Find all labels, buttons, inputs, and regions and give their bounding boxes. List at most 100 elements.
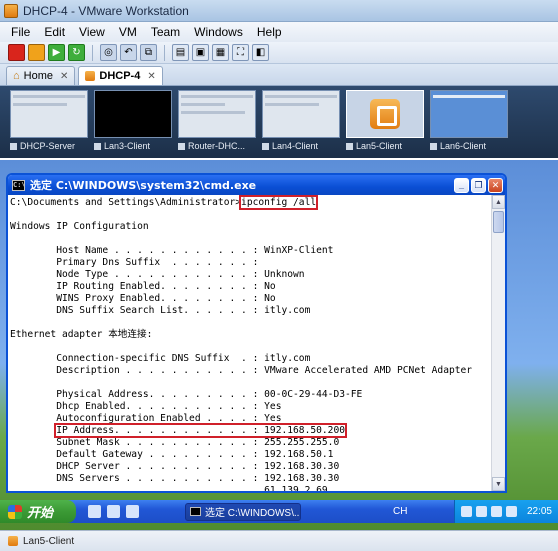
menu-help[interactable]: Help (250, 25, 289, 39)
scroll-up-icon[interactable]: ▲ (492, 195, 505, 209)
network-icon[interactable] (491, 506, 502, 517)
thumbnail-label: DHCP-Server (20, 141, 76, 151)
vm-icon (8, 536, 18, 546)
prompt-line: C:\Documents and Settings\Administrator>… (10, 195, 491, 210)
output-line: Physical Address. . . . . . . . . : 00-0… (10, 389, 363, 400)
ip-address-line: IP Address. . . . . . . . . . . . : 192.… (10, 423, 491, 438)
thumbnail-dhcp-server[interactable]: DHCP-Server (10, 90, 88, 154)
power-off-icon[interactable] (8, 44, 25, 61)
menu-file[interactable]: File (4, 25, 37, 39)
suspend-icon[interactable] (28, 44, 45, 61)
outlook-icon[interactable] (107, 505, 120, 518)
output-line: Description . . . . . . . . . . . : VMwa… (10, 365, 473, 376)
quick-launch (88, 505, 139, 518)
close-button[interactable]: ✕ (488, 177, 503, 193)
thumbnail-lan6-client[interactable]: Lan6-Client (430, 90, 508, 154)
scroll-down-icon[interactable]: ▼ (492, 477, 505, 491)
start-button[interactable]: 开始 (0, 500, 76, 523)
cmd-icon (190, 507, 201, 516)
tab-home[interactable]: ⌂ Home ✕ (6, 66, 76, 85)
tab-bar: ⌂ Home ✕ DHCP-4 ✕ (0, 64, 558, 86)
ip-address-highlight: IP Address. . . . . . . . . . . . : 192.… (54, 423, 348, 438)
cmd-title-bar[interactable]: C:\ 选定 C:\WINDOWS\system32\cmd.exe _ ❐ ✕ (8, 175, 505, 195)
prompt: C:\Documents and Settings\Administrator> (10, 197, 242, 208)
output-line: DNS Suffix Search List. . . . . . : itly… (10, 305, 311, 316)
menu-bar: File Edit View VM Team Windows Help (0, 22, 558, 42)
vm-icon (85, 71, 96, 81)
vm-icon (178, 142, 185, 150)
cmd-output[interactable]: C:\Documents and Settings\Administrator>… (8, 195, 491, 491)
volume-icon[interactable] (506, 506, 517, 517)
show-desktop-icon[interactable] (126, 505, 139, 518)
output-line: WINS Proxy Enabled. . . . . . . . : No (10, 293, 276, 304)
start-label: 开始 (27, 505, 54, 520)
output-line: Host Name . . . . . . . . . . . . : WinX… (10, 245, 334, 256)
thumbnail-router-dhc[interactable]: Router-DHC... (178, 90, 256, 154)
revert-snapshot-icon[interactable]: ↶ (120, 44, 137, 61)
thumbnail-lan4-client[interactable]: Lan4-Client (262, 90, 340, 154)
cmd-window-title: 选定 C:\WINDOWS\system32\cmd.exe (30, 179, 257, 192)
maximize-button[interactable]: ❐ (471, 177, 486, 193)
taskbar-item-cmd[interactable]: 选定 C:\WINDOWS\... (185, 502, 301, 521)
windows-flag-icon (8, 504, 22, 519)
output-line: Subnet Mask . . . . . . . . . . . : 255.… (10, 437, 340, 448)
close-icon[interactable]: ✕ (60, 71, 68, 82)
thumbnail-screen (346, 90, 424, 138)
toolbar-divider (164, 44, 165, 61)
home-icon: ⌂ (13, 70, 20, 82)
snapshot-icon[interactable]: ◎ (100, 44, 117, 61)
vertical-scrollbar[interactable]: ▲ ▼ (491, 195, 505, 491)
tab-dhcp-4-label: DHCP-4 (99, 70, 141, 82)
keyboard-icon[interactable] (461, 506, 472, 517)
window-title: DHCP-4 - VMware Workstation (23, 3, 189, 18)
thumbnail-screen (178, 90, 256, 138)
input-method-icon[interactable] (476, 506, 487, 517)
full-screen-icon[interactable]: ⛶ (232, 44, 249, 61)
thumbnail-screen (262, 90, 340, 138)
language-indicator[interactable]: CH (393, 506, 407, 517)
minimize-button[interactable]: _ (454, 177, 469, 193)
taskbar-item-label: 选定 C:\WINDOWS\... (205, 508, 301, 519)
thumbnail-lan5-client[interactable]: Lan5-Client (346, 90, 424, 154)
menu-view[interactable]: View (72, 25, 112, 39)
show-thumbnails-icon[interactable]: ▦ (212, 44, 229, 61)
menu-team[interactable]: Team (144, 25, 187, 39)
thumbnail-label: Lan5-Client (356, 141, 403, 151)
cmd-icon: C:\ (12, 179, 26, 191)
reset-icon[interactable]: ↻ (68, 44, 85, 61)
scroll-thumb[interactable] (493, 211, 504, 233)
status-text: Lan5-Client (23, 535, 75, 547)
vm-icon (346, 142, 353, 150)
output-line: DHCP Server . . . . . . . . . . . : 192.… (10, 461, 340, 472)
thumbnail-label: Router-DHC... (188, 141, 246, 151)
menu-windows[interactable]: Windows (187, 25, 250, 39)
output-line: Node Type . . . . . . . . . . . . : Unkn… (10, 269, 305, 280)
toolbar: ▶ ↻ ◎ ↶ ⧉ ▤ ▣ ▦ ⛶ ◧ (0, 42, 558, 64)
snapshot-manager-icon[interactable]: ⧉ (140, 44, 157, 61)
vmware-title-bar: DHCP-4 - VMware Workstation (0, 0, 558, 22)
vm-icon (10, 142, 17, 150)
status-bar: Lan5-Client (0, 530, 558, 551)
menu-edit[interactable]: Edit (37, 25, 72, 39)
menu-vm[interactable]: VM (112, 25, 144, 39)
quick-switch-icon[interactable]: ▣ (192, 44, 209, 61)
output-line: Ethernet adapter 本地连接: (10, 329, 153, 340)
vm-icon (430, 142, 437, 150)
power-on-icon[interactable]: ▶ (48, 44, 65, 61)
show-sidebar-icon[interactable]: ▤ (172, 44, 189, 61)
output-line: DNS Servers . . . . . . . . . . . : 192.… (10, 473, 340, 484)
thumbnail-lan3-client[interactable]: Lan3-Client (94, 90, 172, 154)
output-line: Windows IP Configuration (10, 221, 149, 232)
close-icon[interactable]: ✕ (147, 71, 155, 82)
cmd-window[interactable]: C:\ 选定 C:\WINDOWS\system32\cmd.exe _ ❐ ✕… (6, 173, 507, 493)
unity-icon[interactable]: ◧ (252, 44, 269, 61)
ie-icon[interactable] (88, 505, 101, 518)
guest-desktop[interactable]: C:\ 选定 C:\WINDOWS\system32\cmd.exe _ ❐ ✕… (0, 160, 558, 530)
command-highlight: ipconfig /all (239, 195, 319, 210)
tab-dhcp-4[interactable]: DHCP-4 ✕ (78, 66, 163, 85)
output-line: Autoconfiguration Enabled . . . . : Yes (10, 413, 282, 424)
